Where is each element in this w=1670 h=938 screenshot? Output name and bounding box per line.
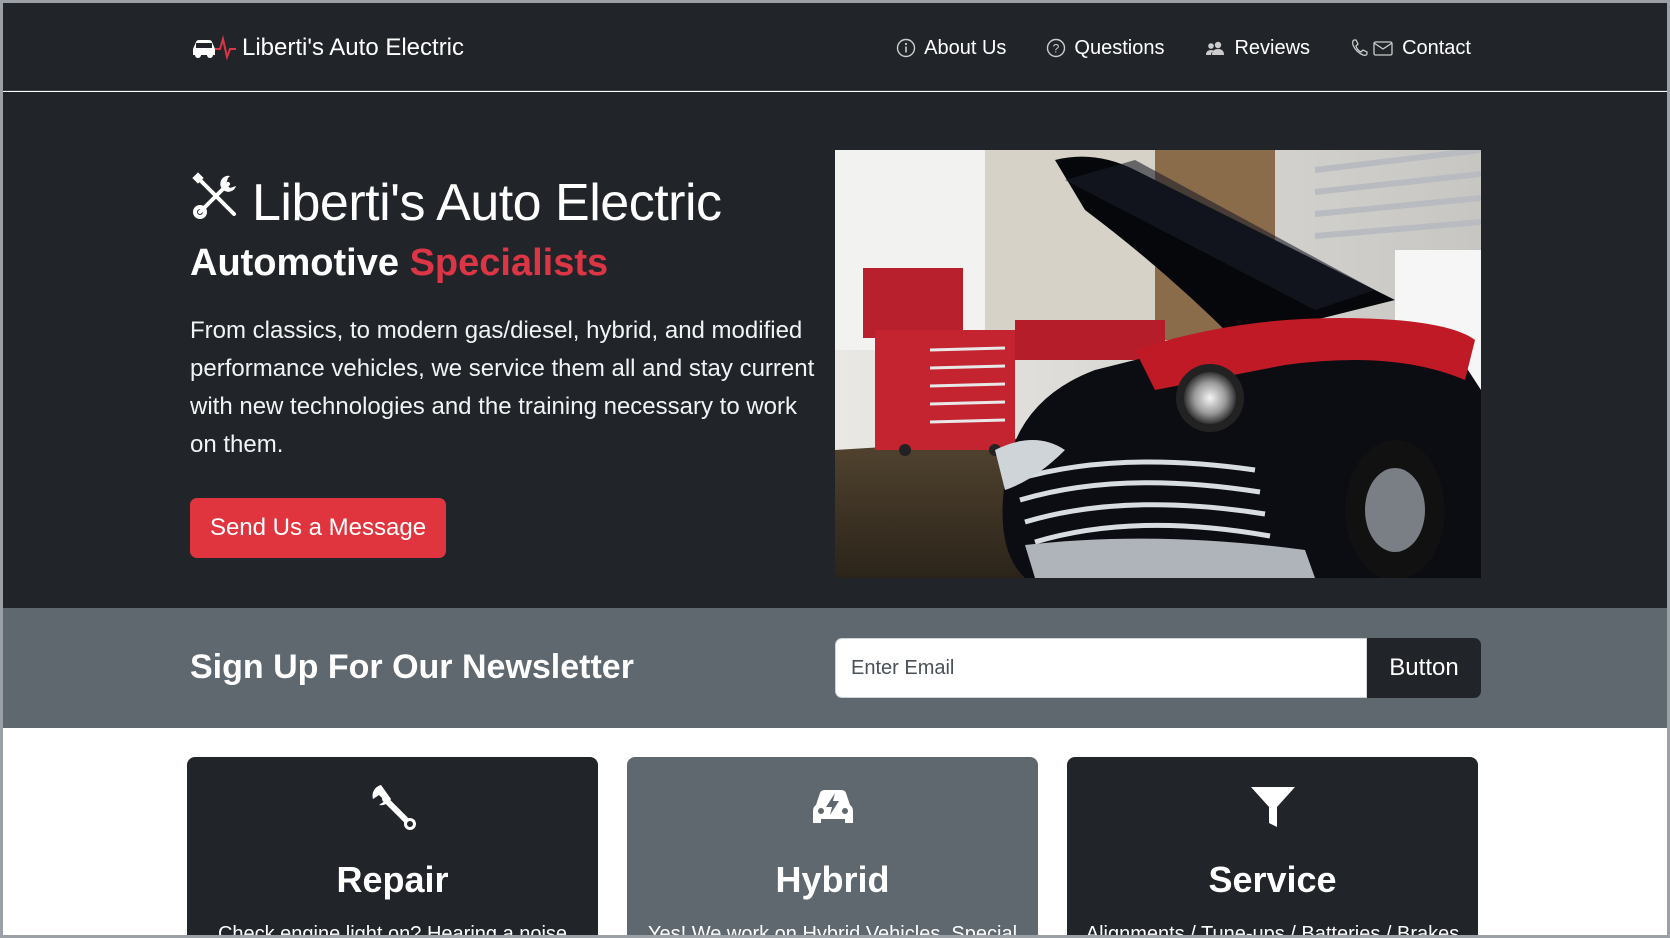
nav-links: About Us ? Questions Reviews Contact — [896, 33, 1471, 63]
card-repair-description: Check engine light on? Hearing a noise — [217, 923, 568, 938]
card-hybrid[interactable]: Hybrid Yes! We work on Hybrid Vehicles. … — [627, 757, 1038, 938]
card-hybrid-title: Hybrid — [775, 859, 890, 900]
nav-about-us[interactable]: About Us — [896, 37, 1006, 60]
nav-questions-label: Questions — [1074, 36, 1165, 59]
card-service-description: Alignments / Tune-ups / Batteries / Brak… — [1085, 923, 1460, 938]
send-message-button[interactable]: Send Us a Message — [190, 498, 446, 558]
hero-title-text: Liberti's Auto Electric — [252, 173, 722, 232]
card-service[interactable]: Service Alignments / Tune-ups / Batterie… — [1067, 757, 1478, 938]
svg-text:?: ? — [1053, 42, 1060, 56]
nav-contact[interactable]: Contact — [1350, 37, 1471, 60]
brand-name: Liberti's Auto Electric — [242, 34, 465, 61]
nav-contact-label: Contact — [1402, 36, 1471, 59]
navbar: Liberti's Auto Electric About Us ? Quest… — [3, 3, 1667, 91]
wrench-screwdriver-icon — [190, 170, 242, 235]
nav-reviews[interactable]: Reviews — [1204, 37, 1310, 60]
newsletter-section: Sign Up For Our Newsletter Button — [3, 608, 1667, 728]
question-circle-icon: ? — [1046, 38, 1066, 58]
brand-link[interactable]: Liberti's Auto Electric — [190, 31, 464, 65]
hero-subtitle-accent: Specialists — [409, 242, 609, 284]
card-hybrid-description: Yes! We work on Hybrid Vehicles. Special — [647, 923, 1018, 938]
service-cards: Repair Check engine light on? Hearing a … — [187, 757, 1478, 938]
hero-subtitle-main: Automotive — [190, 242, 399, 284]
hero-section: Liberti's Auto Electric Automotive Speci… — [3, 92, 1667, 608]
newsletter-submit-button[interactable]: Button — [1367, 638, 1481, 698]
nav-questions[interactable]: ? Questions — [1046, 37, 1164, 60]
hero-description: From classics, to modern gas/diesel, hyb… — [190, 317, 815, 458]
nav-about-us-label: About Us — [924, 36, 1007, 59]
hero-subtitle: Automotive Specialists — [190, 242, 608, 285]
nav-reviews-label: Reviews — [1234, 36, 1311, 59]
funnel-icon — [1067, 781, 1478, 833]
car-pulse-icon — [190, 35, 238, 61]
people-icon — [1204, 38, 1226, 58]
classic-car-photo — [835, 150, 1481, 578]
email-input[interactable] — [835, 638, 1367, 698]
wrench-icon — [187, 781, 598, 833]
card-repair-title: Repair — [336, 859, 449, 900]
hero-title: Liberti's Auto Electric — [190, 170, 722, 235]
phone-envelope-icon — [1350, 37, 1394, 59]
card-service-title: Service — [1208, 859, 1337, 900]
info-circle-icon — [896, 38, 916, 58]
ev-car-icon — [627, 781, 1038, 833]
card-repair[interactable]: Repair Check engine light on? Hearing a … — [187, 757, 598, 938]
newsletter-title: Sign Up For Our Newsletter — [190, 648, 634, 686]
